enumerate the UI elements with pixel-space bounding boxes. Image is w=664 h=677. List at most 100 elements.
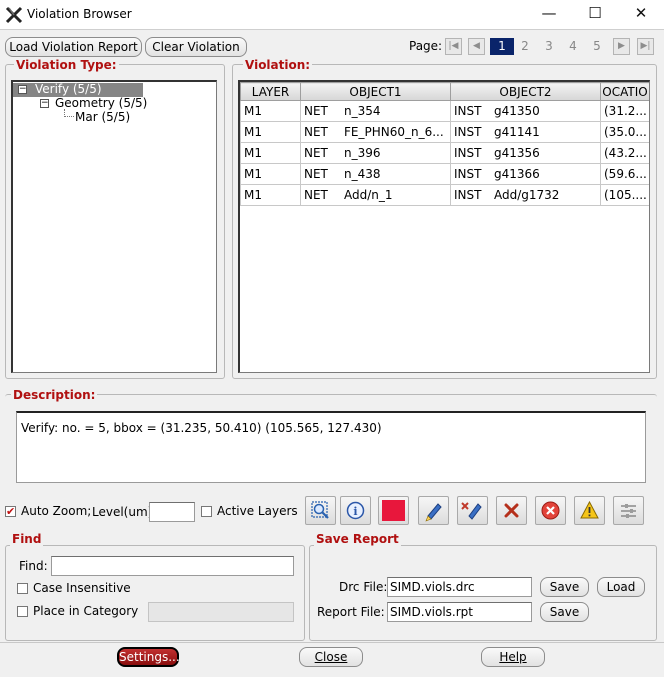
violation-type-title: Violation Type: bbox=[14, 58, 119, 72]
tree-node-mar[interactable]: Mar (5/5) bbox=[75, 110, 130, 124]
close-button[interactable]: Close bbox=[299, 647, 363, 667]
location-cell[interactable]: (35.0... bbox=[600, 121, 649, 143]
settings-button[interactable]: Settings... bbox=[117, 647, 180, 667]
object1-cell[interactable]: NET n_354 bbox=[300, 100, 451, 122]
object-type: INST bbox=[454, 146, 482, 160]
save-report-button[interactable]: Save bbox=[540, 602, 589, 622]
info-icon[interactable]: i bbox=[340, 496, 371, 525]
table-row[interactable]: M1 NET FE_PHN60_n_6... INST g41141 (35.0... bbox=[240, 121, 649, 143]
category-select bbox=[148, 602, 294, 622]
save-report-title: Save Report bbox=[314, 532, 401, 546]
maximize-button[interactable]: ☐ bbox=[572, 0, 618, 29]
table-row[interactable]: M1 NET n_438 INST g41366 (59.6... bbox=[240, 163, 649, 185]
minimize-button[interactable]: — bbox=[526, 0, 572, 29]
delete-x-icon[interactable] bbox=[496, 496, 527, 525]
column-header-layer[interactable]: LAYER bbox=[240, 82, 301, 101]
settings-sliders-icon[interactable] bbox=[613, 496, 644, 525]
color-swatch bbox=[382, 500, 405, 521]
object1-cell[interactable]: NET n_396 bbox=[300, 142, 451, 164]
find-label: Find: bbox=[19, 559, 48, 573]
object-type: NET bbox=[304, 146, 328, 160]
load-violation-report-button[interactable]: Load Violation Report bbox=[5, 37, 142, 57]
tree-node-geometry[interactable]: Geometry (5/5) bbox=[55, 96, 147, 110]
object2-cell[interactable]: INST g41350 bbox=[450, 100, 601, 122]
tree-node-verify[interactable]: Verify (5/5) bbox=[35, 82, 102, 96]
column-header-object2[interactable]: OBJECT2 bbox=[450, 82, 601, 101]
object2-cell[interactable]: INST g41141 bbox=[450, 121, 601, 143]
layer-cell[interactable]: M1 bbox=[240, 121, 301, 143]
page-label: Page: bbox=[409, 39, 443, 53]
warning-icon[interactable] bbox=[574, 496, 605, 525]
first-page-button[interactable]: |◀ bbox=[445, 38, 462, 55]
layer-cell[interactable]: M1 bbox=[240, 142, 301, 164]
page-1-button[interactable]: 1 bbox=[490, 38, 514, 55]
object-type: NET bbox=[304, 104, 328, 118]
color-swatch-button[interactable] bbox=[378, 496, 409, 525]
object-name: g41356 bbox=[494, 146, 540, 160]
table-row[interactable]: M1 NET Add/n_1 INST Add/g1732 (105.... bbox=[240, 184, 649, 206]
help-button[interactable]: Help bbox=[481, 647, 545, 667]
location-cell[interactable]: (105.... bbox=[600, 184, 649, 206]
object-type: NET bbox=[304, 125, 328, 139]
object1-cell[interactable]: NET Add/n_1 bbox=[300, 184, 451, 206]
location-cell[interactable]: (31.2... bbox=[600, 100, 649, 122]
layer-cell[interactable]: M1 bbox=[240, 184, 301, 206]
table-row[interactable]: M1 NET n_354 INST g41350 (31.2... bbox=[240, 100, 649, 122]
collapse-toggle-icon[interactable]: − bbox=[40, 99, 49, 108]
active-layers-checkbox[interactable] bbox=[201, 506, 212, 517]
last-page-button[interactable]: ▶| bbox=[637, 38, 654, 55]
case-insensitive-checkbox[interactable] bbox=[17, 583, 28, 594]
find-input[interactable] bbox=[51, 556, 294, 576]
clear-violation-button[interactable]: Clear Violation bbox=[145, 37, 247, 57]
clear-highlight-icon[interactable] bbox=[457, 496, 488, 525]
violation-table-container: LAYER OBJECT1 OBJECT2 OCATIO M1 NET n_354 I… bbox=[238, 80, 650, 373]
level-input[interactable] bbox=[149, 502, 195, 522]
object2-cell[interactable]: INST g41356 bbox=[450, 142, 601, 164]
page-5-button[interactable]: 5 bbox=[589, 39, 605, 53]
location-cell[interactable]: (43.2... bbox=[600, 142, 649, 164]
object1-cell[interactable]: NET n_438 bbox=[300, 163, 451, 185]
page-3-button[interactable]: 3 bbox=[541, 39, 557, 53]
column-header-object1[interactable]: OBJECT1 bbox=[300, 82, 451, 101]
load-drc-button[interactable]: Load bbox=[597, 577, 645, 597]
object-name: n_396 bbox=[344, 146, 381, 160]
table-row[interactable]: M1 NET n_396 INST g41356 (43.2... bbox=[240, 142, 649, 164]
layer-cell[interactable]: M1 bbox=[240, 100, 301, 122]
violation-table: LAYER OBJECT1 OBJECT2 OCATIO M1 NET n_354 I… bbox=[240, 82, 649, 206]
level-label: Level(um) bbox=[92, 505, 153, 519]
active-layers-label: Active Layers bbox=[217, 504, 298, 518]
page-4-button[interactable]: 4 bbox=[565, 39, 581, 53]
violation-title: Violation: bbox=[243, 58, 313, 72]
report-file-input[interactable]: SIMD.viols.rpt bbox=[387, 602, 532, 622]
object2-cell[interactable]: INST g41366 bbox=[450, 163, 601, 185]
object-name: Add/n_1 bbox=[344, 188, 393, 202]
window-client-area: Load Violation Report Clear Violation Pa… bbox=[0, 29, 664, 677]
object2-cell[interactable]: INST Add/g1732 bbox=[450, 184, 601, 206]
column-header-location[interactable]: OCATIO bbox=[600, 82, 649, 101]
place-in-category-checkbox[interactable] bbox=[17, 606, 28, 617]
layer-cell[interactable]: M1 bbox=[240, 163, 301, 185]
app-logo-icon bbox=[5, 6, 23, 24]
zoom-fit-icon[interactable] bbox=[305, 496, 336, 525]
location-cell[interactable]: (59.6... bbox=[600, 163, 649, 185]
tree-connector bbox=[64, 109, 74, 117]
prev-page-button[interactable]: ◀ bbox=[468, 38, 485, 55]
object-name: g41366 bbox=[494, 167, 540, 181]
next-page-button[interactable]: ▶ bbox=[613, 38, 630, 55]
close-window-button[interactable]: ✕ bbox=[618, 0, 664, 29]
collapse-toggle-icon[interactable]: − bbox=[18, 85, 27, 94]
delete-all-icon[interactable] bbox=[535, 496, 566, 525]
auto-zoom-checkbox[interactable]: ✔ bbox=[5, 506, 16, 517]
object1-cell[interactable]: NET FE_PHN60_n_6... bbox=[300, 121, 451, 143]
highlight-pen-icon[interactable] bbox=[418, 496, 449, 525]
violation-type-tree[interactable]: − Verify (5/5) − Geometry (5/5) Mar (5/5… bbox=[11, 80, 217, 373]
description-text: Verify: no. = 5, bbox = (31.235, 50.410)… bbox=[21, 421, 382, 435]
drc-file-input[interactable]: SIMD.viols.drc bbox=[387, 577, 532, 597]
auto-zoom-label: Auto Zoom; bbox=[21, 504, 92, 518]
object-name: g41141 bbox=[494, 125, 540, 139]
save-drc-button[interactable]: Save bbox=[540, 577, 589, 597]
page-2-button[interactable]: 2 bbox=[517, 39, 533, 53]
object-name: Add/g1732 bbox=[494, 188, 560, 202]
window-title: Violation Browser bbox=[27, 7, 132, 21]
object-type: NET bbox=[304, 167, 328, 181]
